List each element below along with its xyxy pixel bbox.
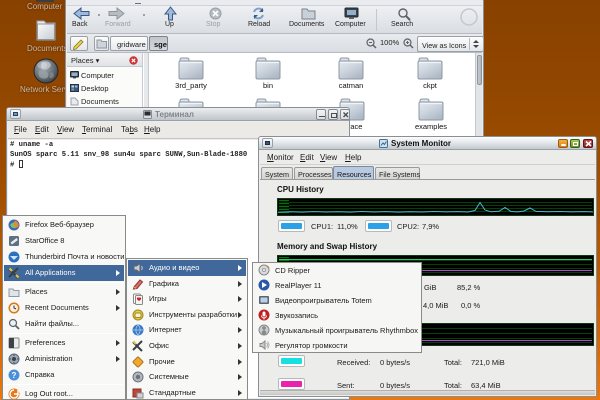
svg-text:?: ? [12, 371, 17, 380]
